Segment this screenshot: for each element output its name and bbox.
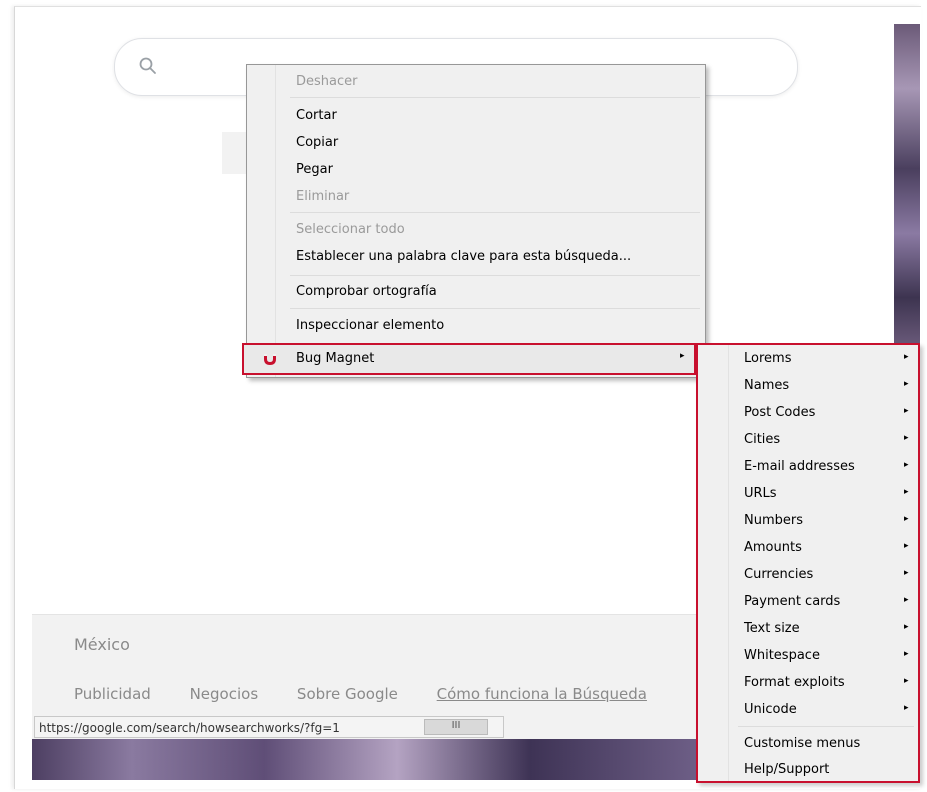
submenu-item-amounts[interactable]: Amounts (744, 540, 802, 555)
menu-item-bug-magnet[interactable]: Bug Magnet ▸ (242, 343, 696, 375)
footer-link-about[interactable]: Sobre Google (297, 685, 398, 703)
chevron-right-icon: ▸ (904, 433, 909, 443)
footer-link-advertising[interactable]: Publicidad (74, 685, 151, 703)
footer-country: México (74, 635, 130, 654)
status-scrollbar[interactable]: III (424, 719, 488, 735)
footer-links: Publicidad Negocios Sobre Google Cómo fu… (74, 685, 647, 703)
menu-item-cut[interactable]: Cortar (296, 108, 337, 123)
search-icon (139, 57, 156, 74)
chevron-right-icon: ▸ (904, 568, 909, 578)
submenu-item-names[interactable]: Names (744, 378, 789, 393)
submenu-gutter (728, 345, 729, 781)
menu-item-select-all[interactable]: Seleccionar todo (296, 222, 405, 237)
submenu-item-urls[interactable]: URLs (744, 486, 777, 501)
footer-link-how-search-works[interactable]: Cómo funciona la Búsqueda (437, 685, 647, 703)
chevron-right-icon: ▸ (904, 379, 909, 389)
chevron-right-icon: ▸ (904, 352, 909, 362)
submenu-item-customise-menus[interactable]: Customise menus (744, 736, 860, 751)
submenu-item-unicode[interactable]: Unicode (744, 702, 797, 717)
menu-separator (290, 97, 700, 98)
submenu-item-post-codes[interactable]: Post Codes (744, 405, 815, 420)
magnet-icon (264, 354, 276, 365)
chevron-right-icon: ▸ (904, 460, 909, 470)
menu-item-spellcheck[interactable]: Comprobar ortografía (296, 284, 437, 299)
desktop-background-right (894, 24, 920, 346)
chevron-right-icon: ▸ (904, 406, 909, 416)
bug-magnet-submenu: Lorems ▸ Names ▸ Post Codes ▸ Cities ▸ E… (696, 343, 920, 783)
submenu-item-currencies[interactable]: Currencies (744, 567, 813, 582)
menu-item-inspect-element[interactable]: Inspeccionar elemento (296, 318, 444, 333)
submenu-item-payment-cards[interactable]: Payment cards (744, 594, 840, 609)
menu-item-undo[interactable]: Deshacer (296, 74, 357, 89)
submenu-item-format-exploits[interactable]: Format exploits (744, 675, 845, 690)
chevron-right-icon: ▸ (904, 487, 909, 497)
submenu-separator (738, 726, 914, 727)
menu-separator (290, 308, 700, 309)
submenu-item-numbers[interactable]: Numbers (744, 513, 803, 528)
chevron-right-icon: ▸ (680, 351, 685, 361)
desktop-background-bottom (32, 738, 696, 780)
menu-separator (290, 212, 700, 213)
chevron-right-icon: ▸ (904, 622, 909, 632)
menu-item-delete[interactable]: Eliminar (296, 189, 349, 204)
chevron-right-icon: ▸ (904, 514, 909, 524)
footer-link-business[interactable]: Negocios (190, 685, 259, 703)
submenu-item-help-support[interactable]: Help/Support (744, 762, 829, 777)
submenu-item-whitespace[interactable]: Whitespace (744, 648, 820, 663)
bug-magnet-label: Bug Magnet (296, 351, 375, 366)
menu-separator (290, 275, 700, 276)
submenu-item-email-addresses[interactable]: E-mail addresses (744, 459, 855, 474)
submenu-item-cities[interactable]: Cities (744, 432, 780, 447)
submenu-item-lorems[interactable]: Lorems (744, 351, 791, 366)
chevron-right-icon: ▸ (904, 595, 909, 605)
chevron-right-icon: ▸ (904, 649, 909, 659)
chevron-right-icon: ▸ (904, 541, 909, 551)
menu-item-paste[interactable]: Pegar (296, 162, 333, 177)
menu-item-set-search-keyword[interactable]: Establecer una palabra clave para esta b… (296, 249, 631, 264)
submenu-item-text-size[interactable]: Text size (744, 621, 800, 636)
chevron-right-icon: ▸ (904, 676, 909, 686)
search-button[interactable] (222, 132, 248, 174)
chevron-right-icon: ▸ (904, 703, 909, 713)
menu-item-copy[interactable]: Copiar (296, 135, 338, 150)
